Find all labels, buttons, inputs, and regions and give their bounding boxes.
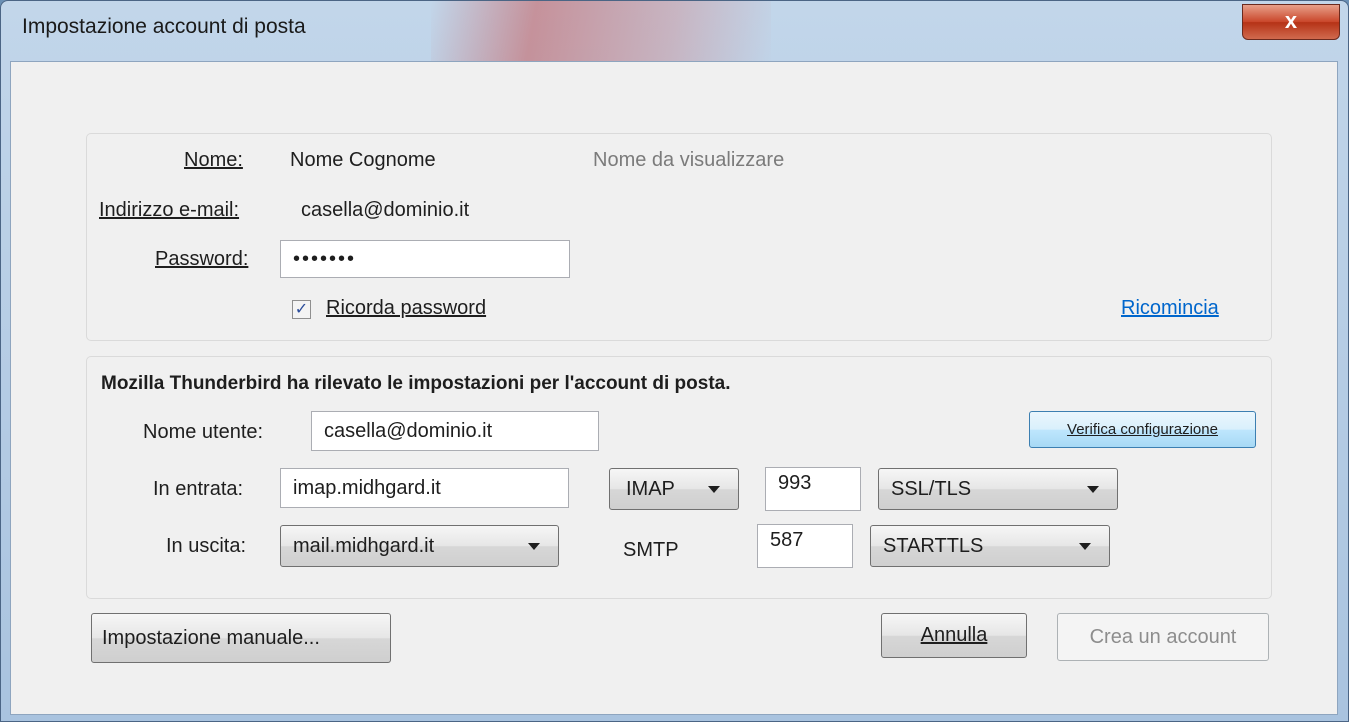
password-label: Password: xyxy=(155,248,249,270)
outgoing-server-select[interactable]: mail.midhgard.it xyxy=(280,525,559,567)
incoming-protocol-value: IMAP xyxy=(626,477,675,500)
remember-password-checkbox[interactable]: ✓ xyxy=(292,300,311,319)
window-title: Impostazione account di posta xyxy=(22,15,306,38)
email-value[interactable]: casella@dominio.it xyxy=(301,199,469,222)
name-label: Nome: xyxy=(184,149,243,171)
incoming-security-value: SSL/TLS xyxy=(891,477,972,500)
outgoing-port-field[interactable]: 587 xyxy=(757,524,853,568)
remember-password-label[interactable]: Ricorda password xyxy=(326,297,486,320)
name-hint: Nome da visualizzare xyxy=(593,149,785,171)
username-field[interactable]: casella@dominio.it xyxy=(311,411,599,451)
chevron-down-icon xyxy=(528,543,540,550)
detected-settings-message: Mozilla Thunderbird ha rilevato le impos… xyxy=(101,373,731,394)
incoming-server-field[interactable]: imap.midhgard.it xyxy=(280,468,569,508)
incoming-label: In entrata: xyxy=(153,478,244,500)
dialog-window: Impostazione account di posta x Nome: No… xyxy=(0,0,1349,722)
restart-link[interactable]: Ricomincia xyxy=(1121,297,1219,320)
create-account-label: Crea un account xyxy=(1089,625,1237,648)
chevron-down-icon xyxy=(708,486,720,493)
dialog-content: Nome: Nome Cognome Nome da visualizzare … xyxy=(10,61,1338,715)
incoming-security-select[interactable]: SSL/TLS xyxy=(878,468,1118,510)
chevron-down-icon xyxy=(1087,486,1099,493)
close-button[interactable]: x xyxy=(1242,4,1340,40)
verify-configuration-label: Verifica configurazione xyxy=(1067,421,1218,438)
username-label: Nome utente: xyxy=(143,421,264,443)
configuration-group: Mozilla Thunderbird ha rilevato le impos… xyxy=(86,356,1272,599)
outgoing-label: In uscita: xyxy=(166,535,247,557)
check-icon: ✓ xyxy=(294,301,309,318)
incoming-port-field[interactable]: 993 xyxy=(765,467,861,511)
cancel-button[interactable]: Annulla xyxy=(881,613,1027,658)
manual-setup-button[interactable]: Impostazione manuale... xyxy=(91,613,391,663)
close-icon: x xyxy=(1284,8,1298,33)
name-value[interactable]: Nome Cognome xyxy=(290,149,436,172)
account-group: Nome: Nome Cognome Nome da visualizzare … xyxy=(86,133,1272,341)
verify-configuration-button[interactable]: Verifica configurazione xyxy=(1029,411,1256,448)
chevron-down-icon xyxy=(1079,543,1091,550)
password-field[interactable]: ••••••• xyxy=(280,240,570,278)
outgoing-security-select[interactable]: STARTTLS xyxy=(870,525,1110,567)
outgoing-security-value: STARTTLS xyxy=(883,534,984,557)
email-label: Indirizzo e-mail: xyxy=(99,199,240,221)
cancel-label: Annulla xyxy=(920,624,988,646)
manual-setup-label: Impostazione manuale... xyxy=(102,626,320,649)
incoming-protocol-select[interactable]: IMAP xyxy=(609,468,739,510)
outgoing-protocol: SMTP xyxy=(623,539,679,561)
create-account-button[interactable]: Crea un account xyxy=(1057,613,1269,661)
outgoing-server-value: mail.midhgard.it xyxy=(293,534,435,557)
